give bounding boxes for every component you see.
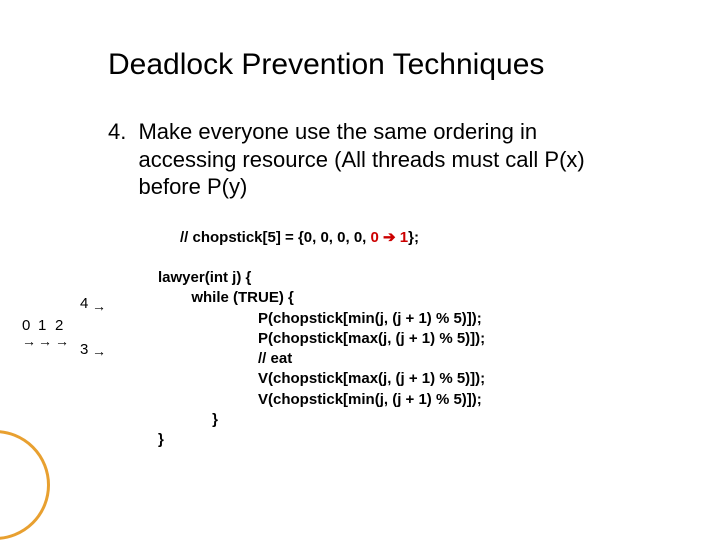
code-comment: // chopstick[5] = {0, 0, 0, 0, 0 ➔ 1}; <box>180 228 419 246</box>
diagram-num-0: 0 <box>22 317 30 334</box>
ordering-diagram: 0 1 2 3 4 → → → → → <box>22 295 152 375</box>
bullet-text: Make everyone use the same ordering in a… <box>138 118 638 201</box>
diagram-num-3: 3 <box>80 341 88 358</box>
arrow-icon: → <box>92 298 106 314</box>
arrow-icon: → <box>55 333 69 349</box>
arrow-icon: → <box>92 343 106 359</box>
bullet-item: 4. Make everyone use the same ordering i… <box>108 118 668 201</box>
diagram-num-1: 1 <box>38 317 46 334</box>
bullet-number: 4. <box>108 118 126 146</box>
comment-prefix: // chopstick[5] = {0, 0, 0, 0, <box>180 229 371 246</box>
comment-new: 1 <box>400 229 408 246</box>
code-block: lawyer(int j) { while (TRUE) { P(chopsti… <box>158 268 485 450</box>
arrow-icon: → <box>38 333 52 349</box>
diagram-num-2: 2 <box>55 317 63 334</box>
slide-title: Deadlock Prevention Techniques <box>108 48 544 82</box>
decorative-circle <box>0 430 50 540</box>
diagram-num-4: 4 <box>80 295 88 312</box>
comment-suffix: }; <box>408 229 419 246</box>
arrow-icon: → <box>22 333 36 349</box>
arrow-icon: ➔ <box>383 228 396 246</box>
comment-old: 0 <box>371 229 379 246</box>
